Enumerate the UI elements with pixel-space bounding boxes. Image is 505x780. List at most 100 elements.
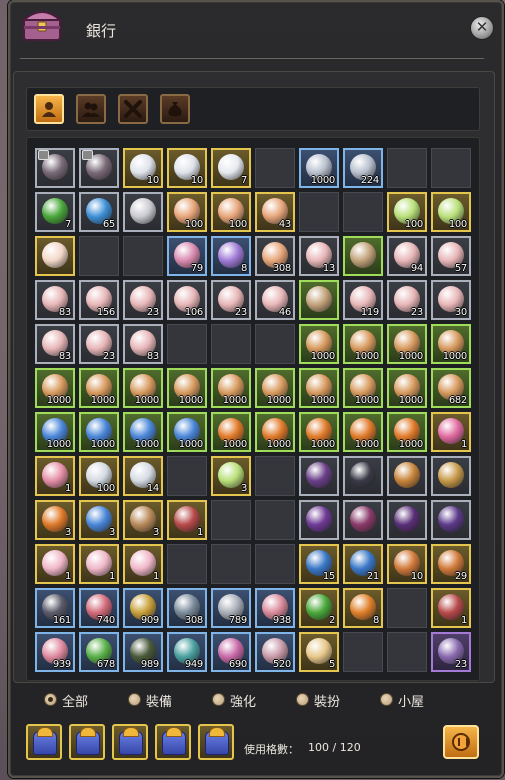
item-slot[interactable]: 909: [123, 588, 163, 628]
item-slot[interactable]: 119: [343, 280, 383, 320]
item-slot[interactable]: 23: [387, 280, 427, 320]
item-slot[interactable]: 520: [255, 632, 295, 672]
item-slot[interactable]: [123, 192, 163, 232]
item-slot[interactable]: 1: [123, 544, 163, 584]
item-slot[interactable]: 1000: [79, 368, 119, 408]
item-slot[interactable]: 1000: [211, 412, 251, 452]
item-slot[interactable]: 682: [431, 368, 471, 408]
item-slot[interactable]: 10: [167, 148, 207, 188]
item-slot[interactable]: 1000: [343, 412, 383, 452]
item-slot[interactable]: 939: [35, 632, 75, 672]
item-slot[interactable]: 1000: [35, 412, 75, 452]
item-slot[interactable]: 1000: [431, 324, 471, 364]
empty-slot[interactable]: [255, 148, 295, 188]
item-slot[interactable]: 678: [79, 632, 119, 672]
tab-shared[interactable]: [76, 94, 106, 124]
item-slot[interactable]: 65: [79, 192, 119, 232]
quick-slot-2[interactable]: [69, 724, 105, 760]
item-slot[interactable]: 23: [211, 280, 251, 320]
item-slot[interactable]: 29: [431, 544, 471, 584]
item-slot[interactable]: [387, 456, 427, 496]
item-slot[interactable]: 7: [35, 192, 75, 232]
empty-slot[interactable]: [123, 236, 163, 276]
item-slot[interactable]: 3: [79, 500, 119, 540]
item-slot[interactable]: 43: [255, 192, 295, 232]
empty-slot[interactable]: [167, 324, 207, 364]
item-slot[interactable]: 8: [343, 588, 383, 628]
item-slot[interactable]: 3: [123, 500, 163, 540]
close-button[interactable]: ✕: [470, 16, 494, 40]
expand-slots-button[interactable]: [443, 725, 479, 759]
item-slot[interactable]: 10: [123, 148, 163, 188]
item-slot[interactable]: 989: [123, 632, 163, 672]
empty-slot[interactable]: [387, 588, 427, 628]
item-slot[interactable]: 14: [123, 456, 163, 496]
quick-slot-3[interactable]: [112, 724, 148, 760]
item-slot[interactable]: 57: [431, 236, 471, 276]
item-slot[interactable]: 83: [123, 324, 163, 364]
item-slot[interactable]: 1000: [299, 148, 339, 188]
item-slot[interactable]: [35, 148, 75, 188]
item-slot[interactable]: 156: [79, 280, 119, 320]
item-slot[interactable]: 100: [79, 456, 119, 496]
quick-slot-4[interactable]: [155, 724, 191, 760]
item-slot[interactable]: 1: [35, 544, 75, 584]
item-slot[interactable]: 938: [255, 588, 295, 628]
item-slot[interactable]: 1: [431, 588, 471, 628]
item-slot[interactable]: 1000: [79, 412, 119, 452]
empty-slot[interactable]: [79, 236, 119, 276]
item-slot[interactable]: [431, 456, 471, 496]
item-slot[interactable]: 30: [431, 280, 471, 320]
item-slot[interactable]: 23: [79, 324, 119, 364]
empty-slot[interactable]: [211, 324, 251, 364]
item-slot[interactable]: 83: [35, 280, 75, 320]
item-slot[interactable]: 100: [387, 192, 427, 232]
item-slot[interactable]: [299, 500, 339, 540]
item-slot[interactable]: 1000: [343, 324, 383, 364]
item-slot[interactable]: [35, 236, 75, 276]
item-slot[interactable]: 1: [431, 412, 471, 452]
item-slot[interactable]: 1000: [387, 324, 427, 364]
item-slot[interactable]: 100: [211, 192, 251, 232]
item-slot[interactable]: 46: [255, 280, 295, 320]
empty-slot[interactable]: [255, 324, 295, 364]
empty-slot[interactable]: [167, 456, 207, 496]
empty-slot[interactable]: [211, 544, 251, 584]
item-slot[interactable]: [431, 500, 471, 540]
item-slot[interactable]: 1000: [167, 412, 207, 452]
item-slot[interactable]: 1000: [35, 368, 75, 408]
item-slot[interactable]: 1000: [123, 368, 163, 408]
item-slot[interactable]: 100: [167, 192, 207, 232]
empty-slot[interactable]: [167, 544, 207, 584]
empty-slot[interactable]: [387, 148, 427, 188]
item-slot[interactable]: 1000: [299, 368, 339, 408]
item-slot[interactable]: 13: [299, 236, 339, 276]
empty-slot[interactable]: [255, 544, 295, 584]
item-slot[interactable]: 1000: [343, 368, 383, 408]
item-slot[interactable]: [343, 236, 383, 276]
empty-slot[interactable]: [255, 456, 295, 496]
item-slot[interactable]: 1000: [387, 368, 427, 408]
item-slot[interactable]: 308: [167, 588, 207, 628]
item-slot[interactable]: 8: [211, 236, 251, 276]
item-slot[interactable]: 7: [211, 148, 251, 188]
tab-bag[interactable]: [160, 94, 190, 124]
item-slot[interactable]: 1000: [387, 412, 427, 452]
item-slot[interactable]: 224: [343, 148, 383, 188]
empty-slot[interactable]: [343, 192, 383, 232]
item-slot[interactable]: 21: [343, 544, 383, 584]
empty-slot[interactable]: [343, 632, 383, 672]
item-slot[interactable]: 106: [167, 280, 207, 320]
item-slot[interactable]: 15: [299, 544, 339, 584]
item-slot[interactable]: 308: [255, 236, 295, 276]
item-slot[interactable]: [387, 500, 427, 540]
item-slot[interactable]: 10: [387, 544, 427, 584]
item-slot[interactable]: 740: [79, 588, 119, 628]
item-slot[interactable]: 1000: [299, 324, 339, 364]
item-slot[interactable]: [79, 148, 119, 188]
empty-slot[interactable]: [431, 148, 471, 188]
item-slot[interactable]: [343, 456, 383, 496]
item-slot[interactable]: 3: [35, 500, 75, 540]
item-slot[interactable]: 1: [79, 544, 119, 584]
item-slot[interactable]: 1000: [211, 368, 251, 408]
